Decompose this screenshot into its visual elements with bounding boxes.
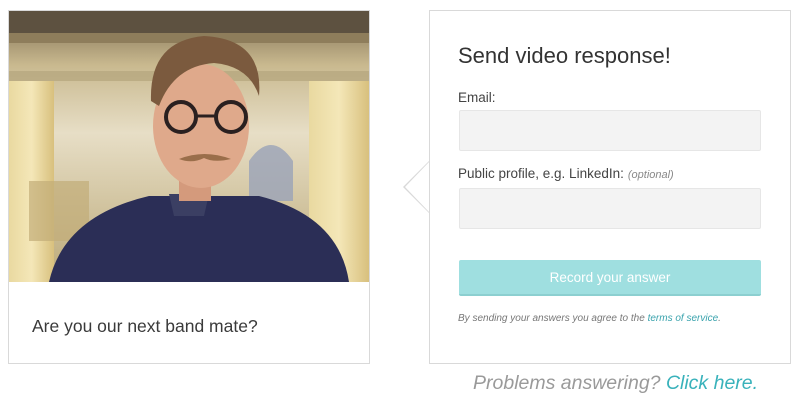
video-question-card: Are you our next band mate?	[8, 10, 370, 364]
optional-hint: (optional)	[627, 169, 674, 181]
response-form-card: Send video response! Email: Public profi…	[429, 10, 791, 364]
profile-label: Public profile, e.g. LinkedIn:	[458, 166, 624, 181]
record-answer-button[interactable]: Record your answer	[459, 260, 761, 296]
profile-label-row: Public profile, e.g. LinkedIn: (optional)	[458, 166, 674, 181]
help-line: Problems answering? Click here.	[473, 372, 758, 395]
help-link[interactable]: Click here.	[666, 372, 758, 394]
terms-suffix: .	[718, 313, 721, 324]
email-label: Email:	[458, 90, 496, 105]
form-title: Send video response!	[458, 43, 671, 68]
terms-prefix: By sending your answers you agree to the	[458, 313, 645, 324]
question-text: Are you our next band mate?	[32, 316, 258, 336]
person-video-image	[9, 11, 369, 282]
email-field[interactable]	[459, 110, 761, 151]
video-thumbnail[interactable]	[9, 11, 369, 282]
profile-url-field[interactable]	[459, 188, 761, 229]
terms-of-service-link[interactable]: terms of service	[648, 313, 719, 324]
callout-pointer-fill	[405, 161, 430, 213]
terms-notice: By sending your answers you agree to the…	[458, 313, 721, 324]
problems-text: Problems answering?	[473, 372, 661, 394]
